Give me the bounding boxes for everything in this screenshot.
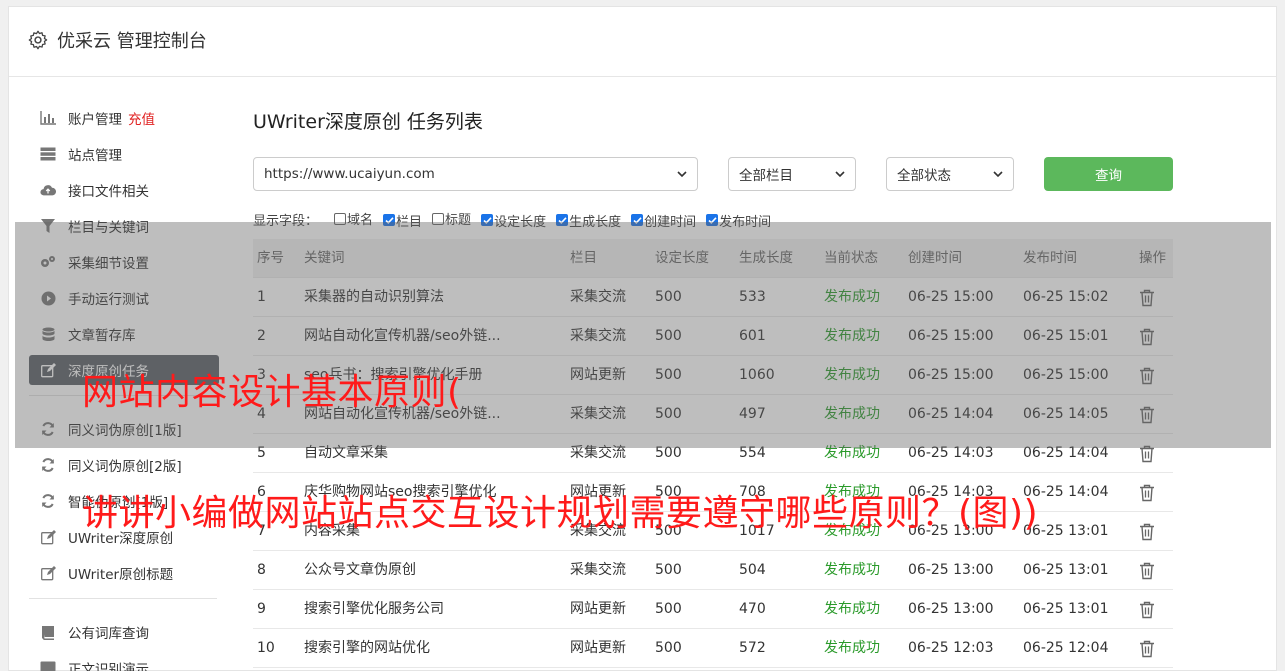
status-text: 发布成功 xyxy=(824,562,880,578)
sidebar-item-uwriter-title[interactable]: UWriter原创标题 xyxy=(29,558,219,588)
cloud-upload-icon xyxy=(40,182,56,198)
filter-bar: https://www.ucaiyun.com 全部栏目 全部状态 查询 xyxy=(253,157,1183,191)
table-row: 10 搜索引擎的网站优化 网站更新 500 572 发布成功 06-25 12:03 06-2… xyxy=(253,629,1173,668)
table-cell: 公众号文章伪原创 xyxy=(304,562,416,578)
table-cell: 06-25 13:01 xyxy=(1023,523,1109,539)
sidebar-item-text-recognition-demo[interactable]: 正文识别演示 xyxy=(29,653,219,671)
table-cell: 10 xyxy=(257,640,275,656)
table-cell: 网站更新 xyxy=(570,640,626,656)
table-cell: 572 xyxy=(739,640,766,656)
table-cell: 470 xyxy=(739,601,766,617)
sidebar-item-label: 账户管理 xyxy=(68,112,122,128)
status-select[interactable]: 全部状态 xyxy=(886,157,1014,191)
sidebar-divider xyxy=(29,598,217,599)
watermark-line-1: 网站内容设计基本原则( xyxy=(82,372,462,413)
sidebar-item-public-lexicon[interactable]: 公有词库查询 xyxy=(29,617,219,647)
table-row: 8 公众号文章伪原创 采集交流 500 504 发布成功 06-25 13:00 06-25 … xyxy=(253,551,1173,590)
app-title: 优采云 管理控制台 xyxy=(57,31,207,52)
brand: 优采云 管理控制台 xyxy=(27,27,207,53)
sidebar-item-account[interactable]: 账户管理 充值 xyxy=(29,103,219,133)
edit-icon xyxy=(40,529,56,545)
edit-icon xyxy=(40,565,56,581)
sidebar-item-label: 接口文件相关 xyxy=(68,184,149,200)
table-cell: 06-25 12:03 xyxy=(908,640,994,656)
sidebar-item-label: UWriter原创标题 xyxy=(68,567,174,583)
table-cell: 搜索引擎优化服务公司 xyxy=(304,601,444,617)
recharge-link[interactable]: 充值 xyxy=(128,108,155,128)
site-select-value: https://www.ucaiyun.com xyxy=(264,166,435,182)
sidebar-item-label: 同义词伪原创[2版] xyxy=(68,459,182,475)
table-cell: 06-25 14:04 xyxy=(1023,484,1109,500)
table-cell: 搜索引擎的网站优化 xyxy=(304,640,430,656)
table-cell: 500 xyxy=(655,562,682,578)
sidebar-item-label: 正文识别演示 xyxy=(68,662,149,671)
server-icon xyxy=(40,146,56,162)
table-cell: 500 xyxy=(655,640,682,656)
refresh-icon xyxy=(40,493,56,509)
top-bar: 优采云 管理控制台 xyxy=(9,7,1276,77)
table-cell: 504 xyxy=(739,562,766,578)
table-cell: 9 xyxy=(257,601,266,617)
query-button[interactable]: 查询 xyxy=(1044,157,1173,191)
main-content: UWriter深度原创 任务列表 https://www.ucaiyun.com… xyxy=(253,103,1253,668)
gear-icon xyxy=(28,30,48,50)
table-cell: 500 xyxy=(655,601,682,617)
table-row: 9 搜索引擎优化服务公司 网站更新 500 470 发布成功 06-25 13:00 06-2… xyxy=(253,590,1173,629)
table-cell: 06-25 13:00 xyxy=(908,562,994,578)
status-select-value: 全部状态 xyxy=(897,168,951,184)
status-text: 发布成功 xyxy=(824,601,880,617)
column-select-value: 全部栏目 xyxy=(739,168,793,184)
watermark-line-2: 讲讲小编做网站站点交互设计规划需要遵守哪些原则？(图)) xyxy=(82,493,1039,534)
site-select[interactable]: https://www.ucaiyun.com xyxy=(253,157,698,191)
book-icon xyxy=(40,624,56,640)
column-select[interactable]: 全部栏目 xyxy=(728,157,856,191)
refresh-icon xyxy=(40,457,56,473)
monitor-icon xyxy=(40,660,56,671)
table-cell: 8 xyxy=(257,562,266,578)
sidebar-item-label: 站点管理 xyxy=(68,148,122,164)
table-cell: 06-25 13:01 xyxy=(1023,601,1109,617)
table-cell: 网站更新 xyxy=(570,601,626,617)
trash-icon[interactable] xyxy=(1139,562,1155,580)
chevron-down-icon xyxy=(835,171,845,178)
trash-icon[interactable] xyxy=(1139,601,1155,619)
trash-icon[interactable] xyxy=(1139,640,1155,658)
chevron-down-icon xyxy=(677,171,687,178)
sidebar-item-synonym-v2[interactable]: 同义词伪原创[2版] xyxy=(29,450,219,480)
table-cell: 采集交流 xyxy=(570,562,626,578)
bar-chart-icon xyxy=(40,110,56,126)
page-title: UWriter深度原创 任务列表 xyxy=(253,111,483,133)
trash-icon[interactable] xyxy=(1139,523,1155,541)
table-cell: 06-25 13:00 xyxy=(908,601,994,617)
table-cell: 06-25 13:01 xyxy=(1023,562,1109,578)
sidebar-item-label: 公有词库查询 xyxy=(68,626,149,642)
trash-icon[interactable] xyxy=(1139,484,1155,502)
status-text: 发布成功 xyxy=(824,640,880,656)
chevron-down-icon xyxy=(993,171,1003,178)
sidebar-item-api-files[interactable]: 接口文件相关 xyxy=(29,175,219,205)
table-cell: 06-25 12:04 xyxy=(1023,640,1109,656)
sidebar-item-sites[interactable]: 站点管理 xyxy=(29,139,219,169)
